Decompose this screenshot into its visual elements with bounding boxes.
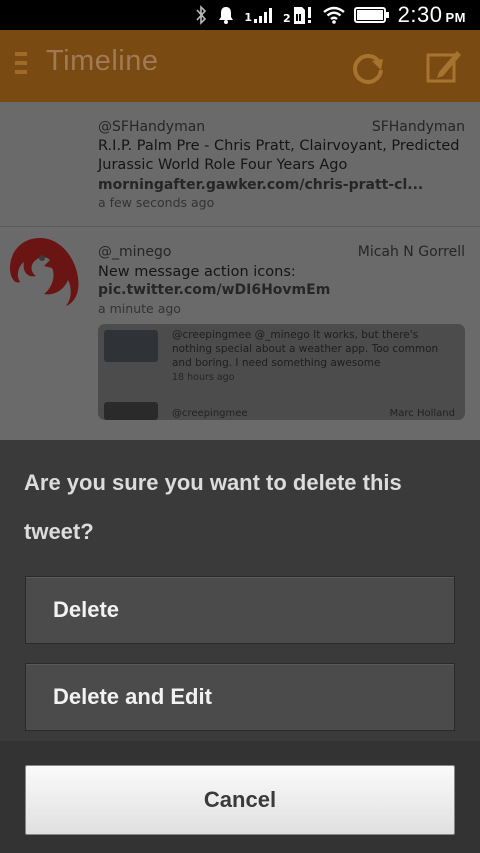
timeline: @SFHandyman SFHandyman R.I.P. Palm Pre -… bbox=[0, 102, 480, 440]
status-bar: 1 2 2:30 PM bbox=[0, 0, 480, 30]
embed-avatar bbox=[104, 330, 158, 362]
tweet-author-name: SFHandyman bbox=[371, 119, 465, 135]
refresh-icon[interactable] bbox=[348, 48, 388, 88]
wifi-icon bbox=[322, 5, 346, 25]
clock-ampm: PM bbox=[445, 10, 466, 25]
tweet-handle: @_minego bbox=[98, 244, 172, 260]
tweet-time: a few seconds ago bbox=[98, 195, 215, 210]
compose-icon[interactable] bbox=[424, 46, 464, 86]
tweet-text: New message action icons: bbox=[98, 264, 296, 280]
tweet-handle: @SFHandyman bbox=[98, 119, 206, 135]
embedded-tweet-card[interactable]: @creepingmee @_minego It works, but ther… bbox=[98, 324, 465, 420]
embed-avatar bbox=[104, 402, 158, 420]
app-header: Timeline bbox=[0, 30, 480, 102]
cancel-bar: Cancel bbox=[0, 741, 480, 853]
tweet-author-name: Micah N Gorrell bbox=[357, 244, 465, 260]
sim1-label: 1 bbox=[244, 11, 253, 24]
dialog-question: Are you sure you want to delete this twe… bbox=[24, 470, 402, 544]
clock-time: 2:30 bbox=[397, 2, 443, 27]
bluetooth-icon bbox=[194, 5, 208, 25]
sim2-label: 2 bbox=[283, 12, 291, 25]
battery-icon bbox=[353, 6, 390, 24]
signal-sim1-icon: 1 bbox=[244, 6, 275, 24]
delete-button[interactable]: Delete bbox=[25, 576, 455, 644]
page-title: Timeline bbox=[46, 45, 159, 77]
avatar[interactable] bbox=[6, 232, 82, 312]
delete-and-edit-button[interactable]: Delete and Edit bbox=[25, 663, 455, 731]
cancel-button[interactable]: Cancel bbox=[25, 765, 455, 835]
tweet-text: R.I.P. Palm Pre - Chris Pratt, Clairvoya… bbox=[98, 138, 460, 173]
embed-text: @creepingmee @_minego It works, but ther… bbox=[172, 329, 439, 369]
tweet-time: a minute ago bbox=[98, 301, 181, 316]
embed-next-handle: @creepingmee bbox=[172, 408, 248, 419]
tweet-link[interactable]: morningafter.gawker.com/chris-pratt-cl..… bbox=[98, 177, 423, 193]
menu-icon[interactable] bbox=[15, 52, 29, 82]
tweet-item[interactable]: @SFHandyman SFHandyman R.I.P. Palm Pre -… bbox=[0, 102, 480, 227]
signal-sim2-icon: 2 bbox=[283, 5, 314, 25]
embed-next-name: Marc Holland bbox=[389, 408, 455, 419]
alarm-bell-icon bbox=[216, 5, 236, 25]
clock: 2:30 PM bbox=[398, 2, 466, 28]
embed-time: 18 hours ago bbox=[172, 372, 235, 383]
tweet-link[interactable]: pic.twitter.com/wDI6HovmEm bbox=[98, 282, 330, 298]
delete-confirm-dialog: Are you sure you want to delete this twe… bbox=[0, 440, 480, 853]
